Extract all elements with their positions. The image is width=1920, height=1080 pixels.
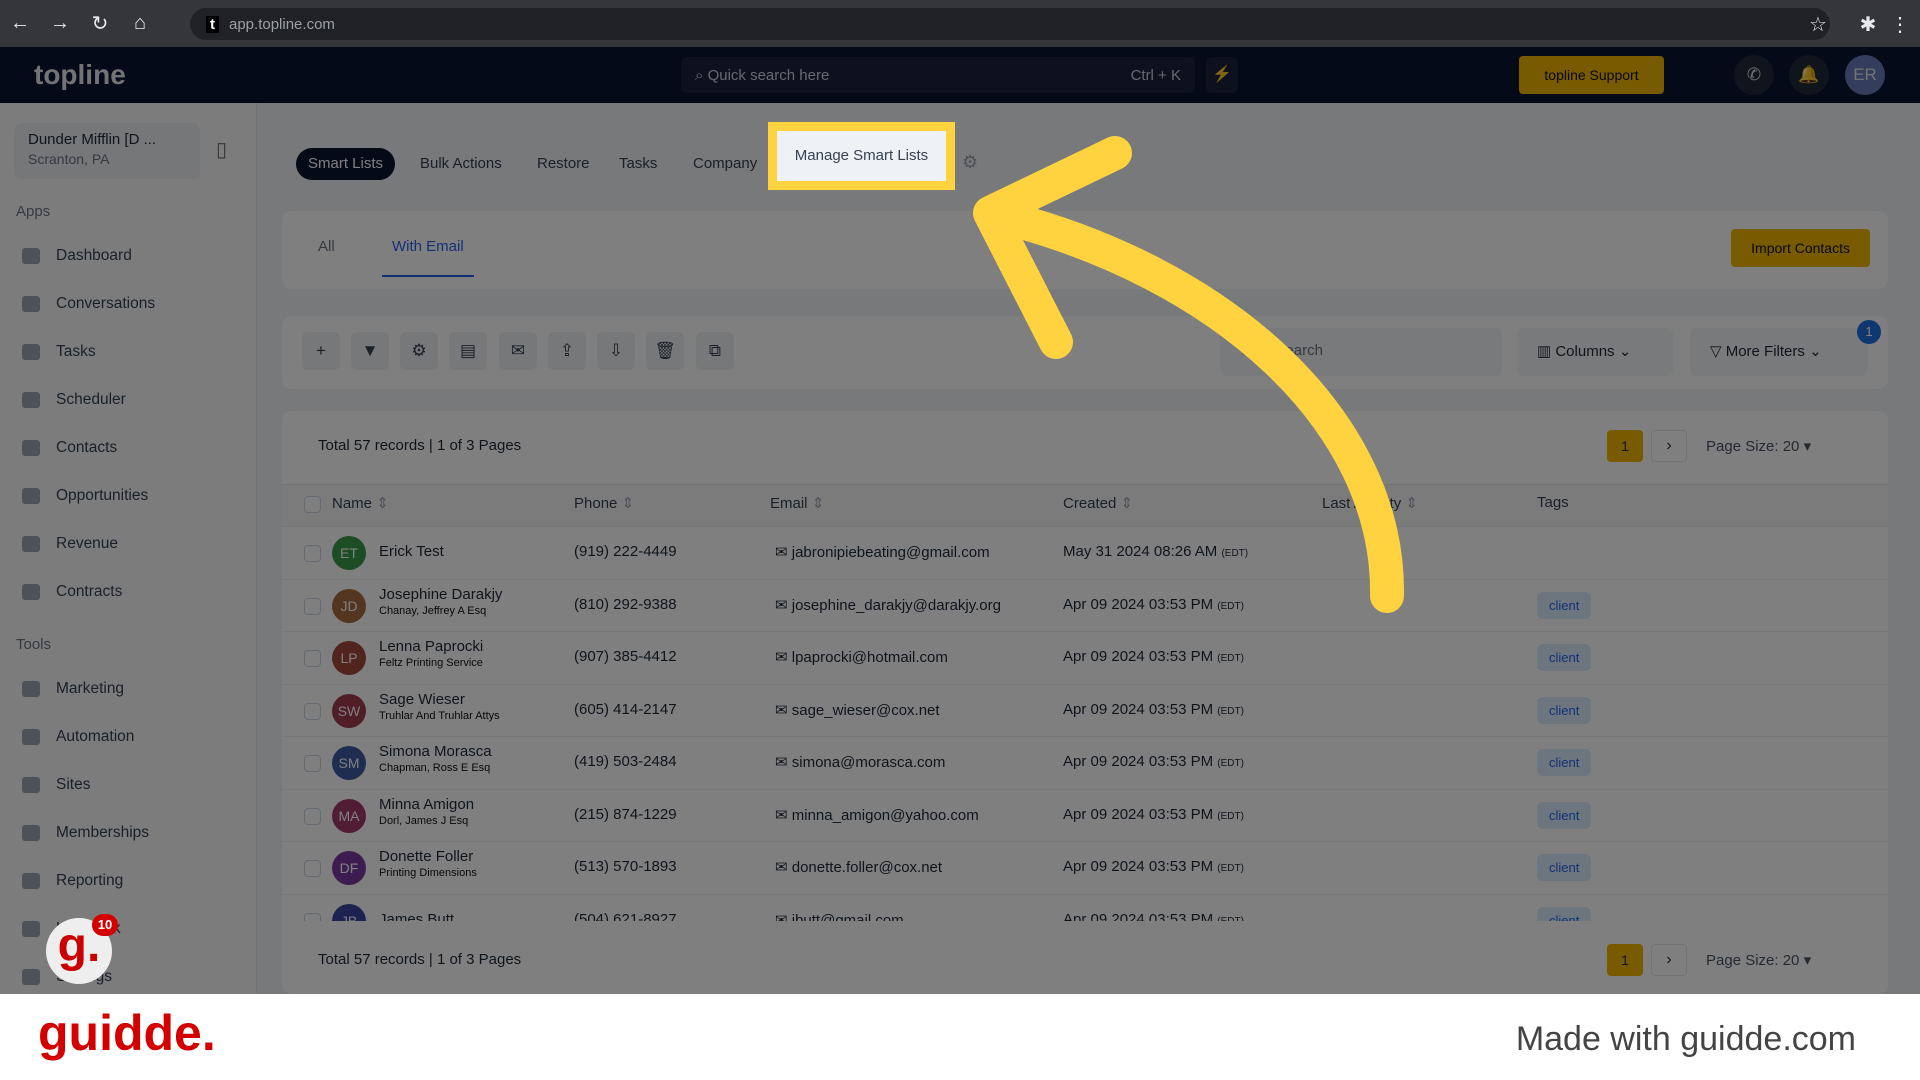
- callout-arrow: [973, 136, 1405, 613]
- made-with-text: Made with guidde.com: [1515, 1020, 1856, 1058]
- arrow-shaft: [978, 198, 1405, 613]
- guidde-footer: guidde. Made with guidde.com: [0, 994, 1920, 1080]
- guidde-logo: guidde.: [38, 1005, 216, 1061]
